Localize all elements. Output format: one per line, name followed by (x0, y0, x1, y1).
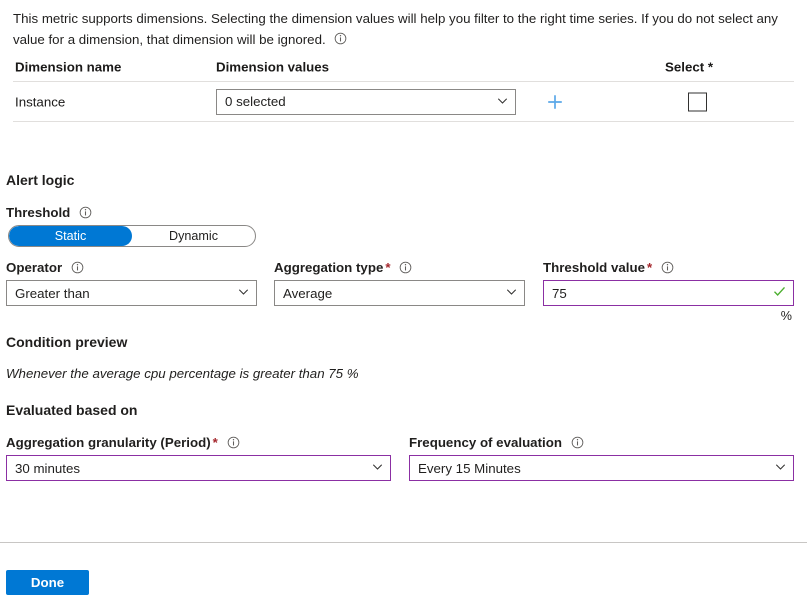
frequency-of-evaluation-label: Frequency of evaluation (409, 435, 584, 450)
threshold-option-dynamic[interactable]: Dynamic (132, 226, 255, 246)
footer-divider (0, 542, 807, 543)
done-button[interactable]: Done (6, 570, 89, 595)
aggregation-type-dropdown[interactable]: Average (274, 280, 525, 306)
metric-alert-condition-pane: This metric supports dimensions. Selecti… (0, 0, 807, 608)
condition-preview-text: Whenever the average cpu percentage is g… (6, 366, 359, 381)
alert-logic-heading: Alert logic (6, 172, 75, 188)
dimension-values-dropdown[interactable]: 0 selected (216, 88, 516, 115)
chevron-down-icon (506, 286, 517, 297)
operator-dropdown[interactable]: Greater than (6, 280, 257, 306)
frequency-of-evaluation-dropdown[interactable]: Every 15 Minutes (409, 455, 794, 481)
threshold-label: Threshold (6, 205, 92, 220)
table-row: Instance 0 selected (13, 82, 794, 122)
threshold-value-text: 75 (552, 285, 567, 301)
dimension-values-dropdown-value: 0 selected (225, 94, 286, 109)
threshold-value-input[interactable]: 75 (543, 280, 794, 306)
dimension-values-cell: 0 selected (216, 88, 516, 115)
info-icon[interactable] (399, 261, 412, 274)
threshold-option-static[interactable]: Static (9, 226, 132, 246)
info-icon[interactable] (571, 436, 584, 449)
info-icon[interactable] (661, 261, 674, 274)
threshold-value-group: 75 % (543, 280, 794, 323)
aggregation-type-label-text: Aggregation type (274, 260, 384, 275)
frequency-of-evaluation-label-text: Frequency of evaluation (409, 435, 562, 450)
aggregation-granularity-label-text: Aggregation granularity (Period) (6, 435, 211, 450)
aggregation-type-label: Aggregation type * (274, 260, 412, 275)
aggregation-granularity-dropdown[interactable]: 30 minutes (6, 455, 391, 481)
add-dimension-button[interactable] (546, 93, 564, 111)
column-header-select: Select * (665, 59, 714, 74)
dimensions-description-text: This metric supports dimensions. Selecti… (13, 11, 778, 47)
aggregation-granularity-dropdown-value: 30 minutes (15, 460, 81, 476)
info-icon[interactable] (71, 261, 84, 274)
operator-dropdown-value: Greater than (15, 285, 90, 301)
operator-label: Operator (6, 260, 84, 275)
chevron-down-icon (497, 95, 508, 106)
checkmark-icon (773, 285, 786, 301)
required-asterisk: * (385, 260, 391, 275)
threshold-type-toggle[interactable]: Static Dynamic (8, 225, 256, 247)
threshold-label-text: Threshold (6, 205, 71, 220)
aggregation-granularity-label: Aggregation granularity (Period) * (6, 435, 240, 450)
dimensions-table: Dimension name Dimension values Select *… (13, 52, 794, 122)
info-icon[interactable] (79, 206, 92, 219)
threshold-value-label: Threshold value * (543, 260, 674, 275)
chevron-down-icon (775, 461, 786, 472)
condition-preview-heading: Condition preview (6, 334, 128, 350)
aggregation-type-dropdown-value: Average (283, 285, 333, 301)
column-header-dimension-name: Dimension name (15, 59, 122, 74)
chevron-down-icon (372, 461, 383, 472)
info-icon[interactable] (334, 32, 347, 45)
evaluated-based-on-heading: Evaluated based on (6, 402, 138, 418)
dimension-select-checkbox[interactable] (688, 92, 707, 111)
info-icon[interactable] (227, 436, 240, 449)
dimension-name-cell: Instance (15, 94, 66, 109)
operator-label-text: Operator (6, 260, 63, 275)
required-asterisk: * (646, 260, 653, 275)
column-header-dimension-values: Dimension values (216, 59, 330, 74)
chevron-down-icon (238, 286, 249, 297)
dimensions-description: This metric supports dimensions. Selecti… (13, 8, 795, 50)
dimensions-table-header: Dimension name Dimension values Select * (13, 52, 794, 82)
threshold-value-unit: % (780, 309, 792, 323)
frequency-of-evaluation-dropdown-value: Every 15 Minutes (418, 460, 521, 476)
threshold-value-label-text: Threshold value (543, 260, 645, 275)
required-asterisk: * (212, 435, 218, 450)
